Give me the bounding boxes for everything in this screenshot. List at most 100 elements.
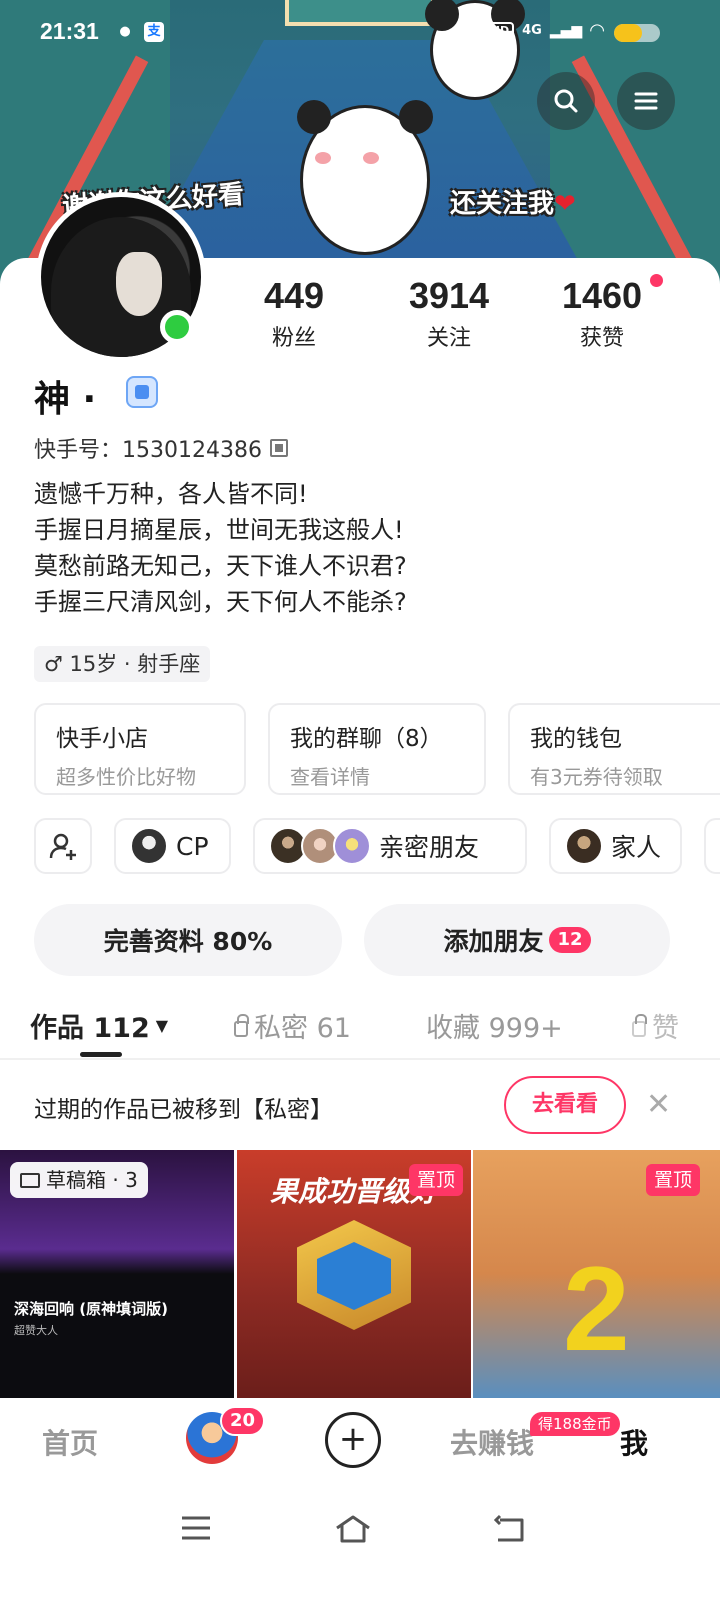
back-icon[interactable] <box>494 1514 528 1544</box>
tab-favorites[interactable]: 收藏 999+ <box>426 1006 563 1045</box>
relation-family-label: 家人 <box>611 833 662 862</box>
lock-icon <box>234 1013 249 1037</box>
close-friends-avatars <box>269 827 371 865</box>
menu-button[interactable] <box>617 72 675 130</box>
tab-favorites-label: 收藏 999+ <box>426 1013 563 1044</box>
relation-family[interactable]: 家人 <box>549 818 682 874</box>
plus-icon: + <box>338 1419 368 1459</box>
stat-following-label: 关注 <box>426 326 471 351</box>
nav-me[interactable]: 我 <box>620 1422 648 1462</box>
active-tab-indicator <box>80 1052 122 1057</box>
service-shop-title: 快手小店 <box>56 726 148 752</box>
complete-profile-button[interactable]: 完善资料 80% <box>34 904 342 976</box>
coin-reward-badge: 得188金币 <box>530 1412 620 1436</box>
bio-line: 手握三尺清风剑，天下何人不能杀? <box>34 588 407 616</box>
panda-figure-front <box>297 100 433 255</box>
hd-badge: HD <box>485 22 515 39</box>
wifi-icon: ◠ <box>590 20 604 41</box>
relation-cp[interactable]: CP <box>114 818 231 874</box>
status-time: 21:31 <box>40 18 99 44</box>
relation-cp-label: CP <box>176 831 209 861</box>
relation-close-friends[interactable]: 亲密朋友 <box>253 818 527 874</box>
wechat-icon: ● <box>119 24 131 39</box>
tab-likes[interactable]: 赞 <box>632 1006 679 1045</box>
signal-4g: 4G <box>522 23 542 38</box>
pinned-badge: 置顶 <box>645 1164 700 1196</box>
kuaishou-id[interactable]: 快手号：1530124386 <box>34 432 288 464</box>
draft-box-badge[interactable]: 草稿箱 · 3 <box>10 1162 148 1198</box>
banner-caption-right-text: 还关注我 <box>450 189 555 219</box>
profile-name: 神 · <box>34 379 97 420</box>
complete-profile-label: 完善资料 80% <box>103 927 273 956</box>
thumbnail-title: 深海回响 (原神填词版) <box>14 1300 168 1318</box>
qr-code-icon[interactable] <box>269 439 288 457</box>
thumbnail-big-number: 2 <box>563 1242 630 1376</box>
family-avatar <box>565 827 603 865</box>
system-navigation-bar <box>0 1486 720 1600</box>
tab-works[interactable]: 作品 112 ▼ <box>30 1006 168 1045</box>
kuaishou-id-text: 快手号：1530124386 <box>34 438 262 463</box>
hamburger-menu-icon <box>634 92 658 110</box>
heart-icon: ❤ <box>554 189 576 219</box>
service-shop[interactable]: 快手小店 超多性价比好物 <box>34 703 246 795</box>
video-thumbnail[interactable]: 2 置顶 <box>473 1150 720 1398</box>
profile-bio: 遗憾千万种，各人皆不同! 手握日月摘星辰，世间无我这般人! 莫愁前路无知己，天下… <box>34 476 407 620</box>
service-shop-subtitle: 超多性价比好物 <box>56 765 196 789</box>
nav-avatar-badge: 20 <box>220 1406 266 1436</box>
stat-following-value: 3914 <box>408 275 490 316</box>
battery-icon <box>614 24 660 42</box>
thumbnail-author: 超赞大人 <box>14 1324 58 1337</box>
bio-line: 莫愁前路无知己，天下谁人不识君? <box>34 552 407 580</box>
stat-following[interactable]: 3914 关注 <box>389 276 509 352</box>
recent-apps-icon[interactable] <box>180 1514 212 1542</box>
friend-avatar <box>333 827 371 865</box>
content-tabs: 作品 112 ▼ 私密 61 收藏 999+ 赞 <box>0 1000 720 1060</box>
stat-likes[interactable]: 1460 获赞 <box>542 276 662 352</box>
tab-private-label: 私密 61 <box>254 1013 351 1044</box>
video-thumbnail[interactable]: 草稿箱 · 3 深海回响 (原神填词版) 超赞大人 <box>0 1150 234 1398</box>
avatar-face <box>116 252 162 316</box>
gender-age-tag: ♂ 15岁 · 射手座 <box>34 646 211 682</box>
tab-likes-label: 赞 <box>652 1013 679 1044</box>
add-relation-button[interactable] <box>34 818 92 874</box>
video-thumbnail[interactable]: 果成功晋级好 置顶 <box>237 1150 471 1398</box>
stat-likes-label: 获赞 <box>579 326 624 351</box>
cp-avatar <box>130 827 168 865</box>
alipay-icon: 支 <box>144 22 164 42</box>
online-status-dot <box>160 310 194 344</box>
home-icon[interactable] <box>334 1514 372 1544</box>
service-group-chat-subtitle: 查看详情 <box>290 765 370 789</box>
folder-icon <box>20 1172 40 1188</box>
nav-home[interactable]: 首页 <box>42 1422 98 1462</box>
signal-bars-icon: ▂▄▆ <box>549 22 583 39</box>
level-badge-icon[interactable] <box>126 376 158 408</box>
expired-works-notice: 过期的作品已被移到【私密】 <box>34 1097 333 1123</box>
stat-followers-value: 449 <box>263 275 325 316</box>
relation-more[interactable] <box>704 818 720 874</box>
banner-caption-right: 还关注我❤ <box>450 183 576 220</box>
tab-private[interactable]: 私密 61 <box>234 1006 351 1045</box>
service-wallet-subtitle: 有3元券待领取 <box>530 765 663 789</box>
close-icon[interactable]: ✕ <box>646 1090 671 1120</box>
lock-icon <box>632 1013 647 1037</box>
stat-followers-label: 粉丝 <box>271 326 316 351</box>
relation-close-friends-label: 亲密朋友 <box>379 833 480 862</box>
pinned-badge: 置顶 <box>408 1164 463 1196</box>
draft-box-label: 草稿箱 · 3 <box>46 1168 138 1192</box>
stat-likes-value: 1460 <box>561 275 643 316</box>
service-group-chat[interactable]: 我的群聊（8） 查看详情 <box>268 703 486 795</box>
go-see-button[interactable]: 去看看 <box>504 1076 626 1134</box>
search-button[interactable] <box>537 72 595 130</box>
add-friends-button[interactable]: 添加朋友 12 <box>364 904 670 976</box>
vibrate-icon: ◫ <box>462 21 478 40</box>
nav-earn[interactable]: 去赚钱 <box>450 1422 534 1462</box>
service-wallet-title: 我的钱包 <box>530 726 622 752</box>
bio-line: 遗憾千万种，各人皆不同! <box>34 480 308 508</box>
add-person-icon <box>49 833 76 860</box>
service-wallet[interactable]: 我的钱包 有3元券待领取 <box>508 703 720 795</box>
create-post-button[interactable]: + <box>325 1412 381 1468</box>
add-friends-label: 添加朋友 <box>443 927 544 956</box>
stat-followers[interactable]: 449 粉丝 <box>234 276 354 352</box>
battery-level <box>614 24 642 42</box>
search-icon <box>554 89 578 113</box>
